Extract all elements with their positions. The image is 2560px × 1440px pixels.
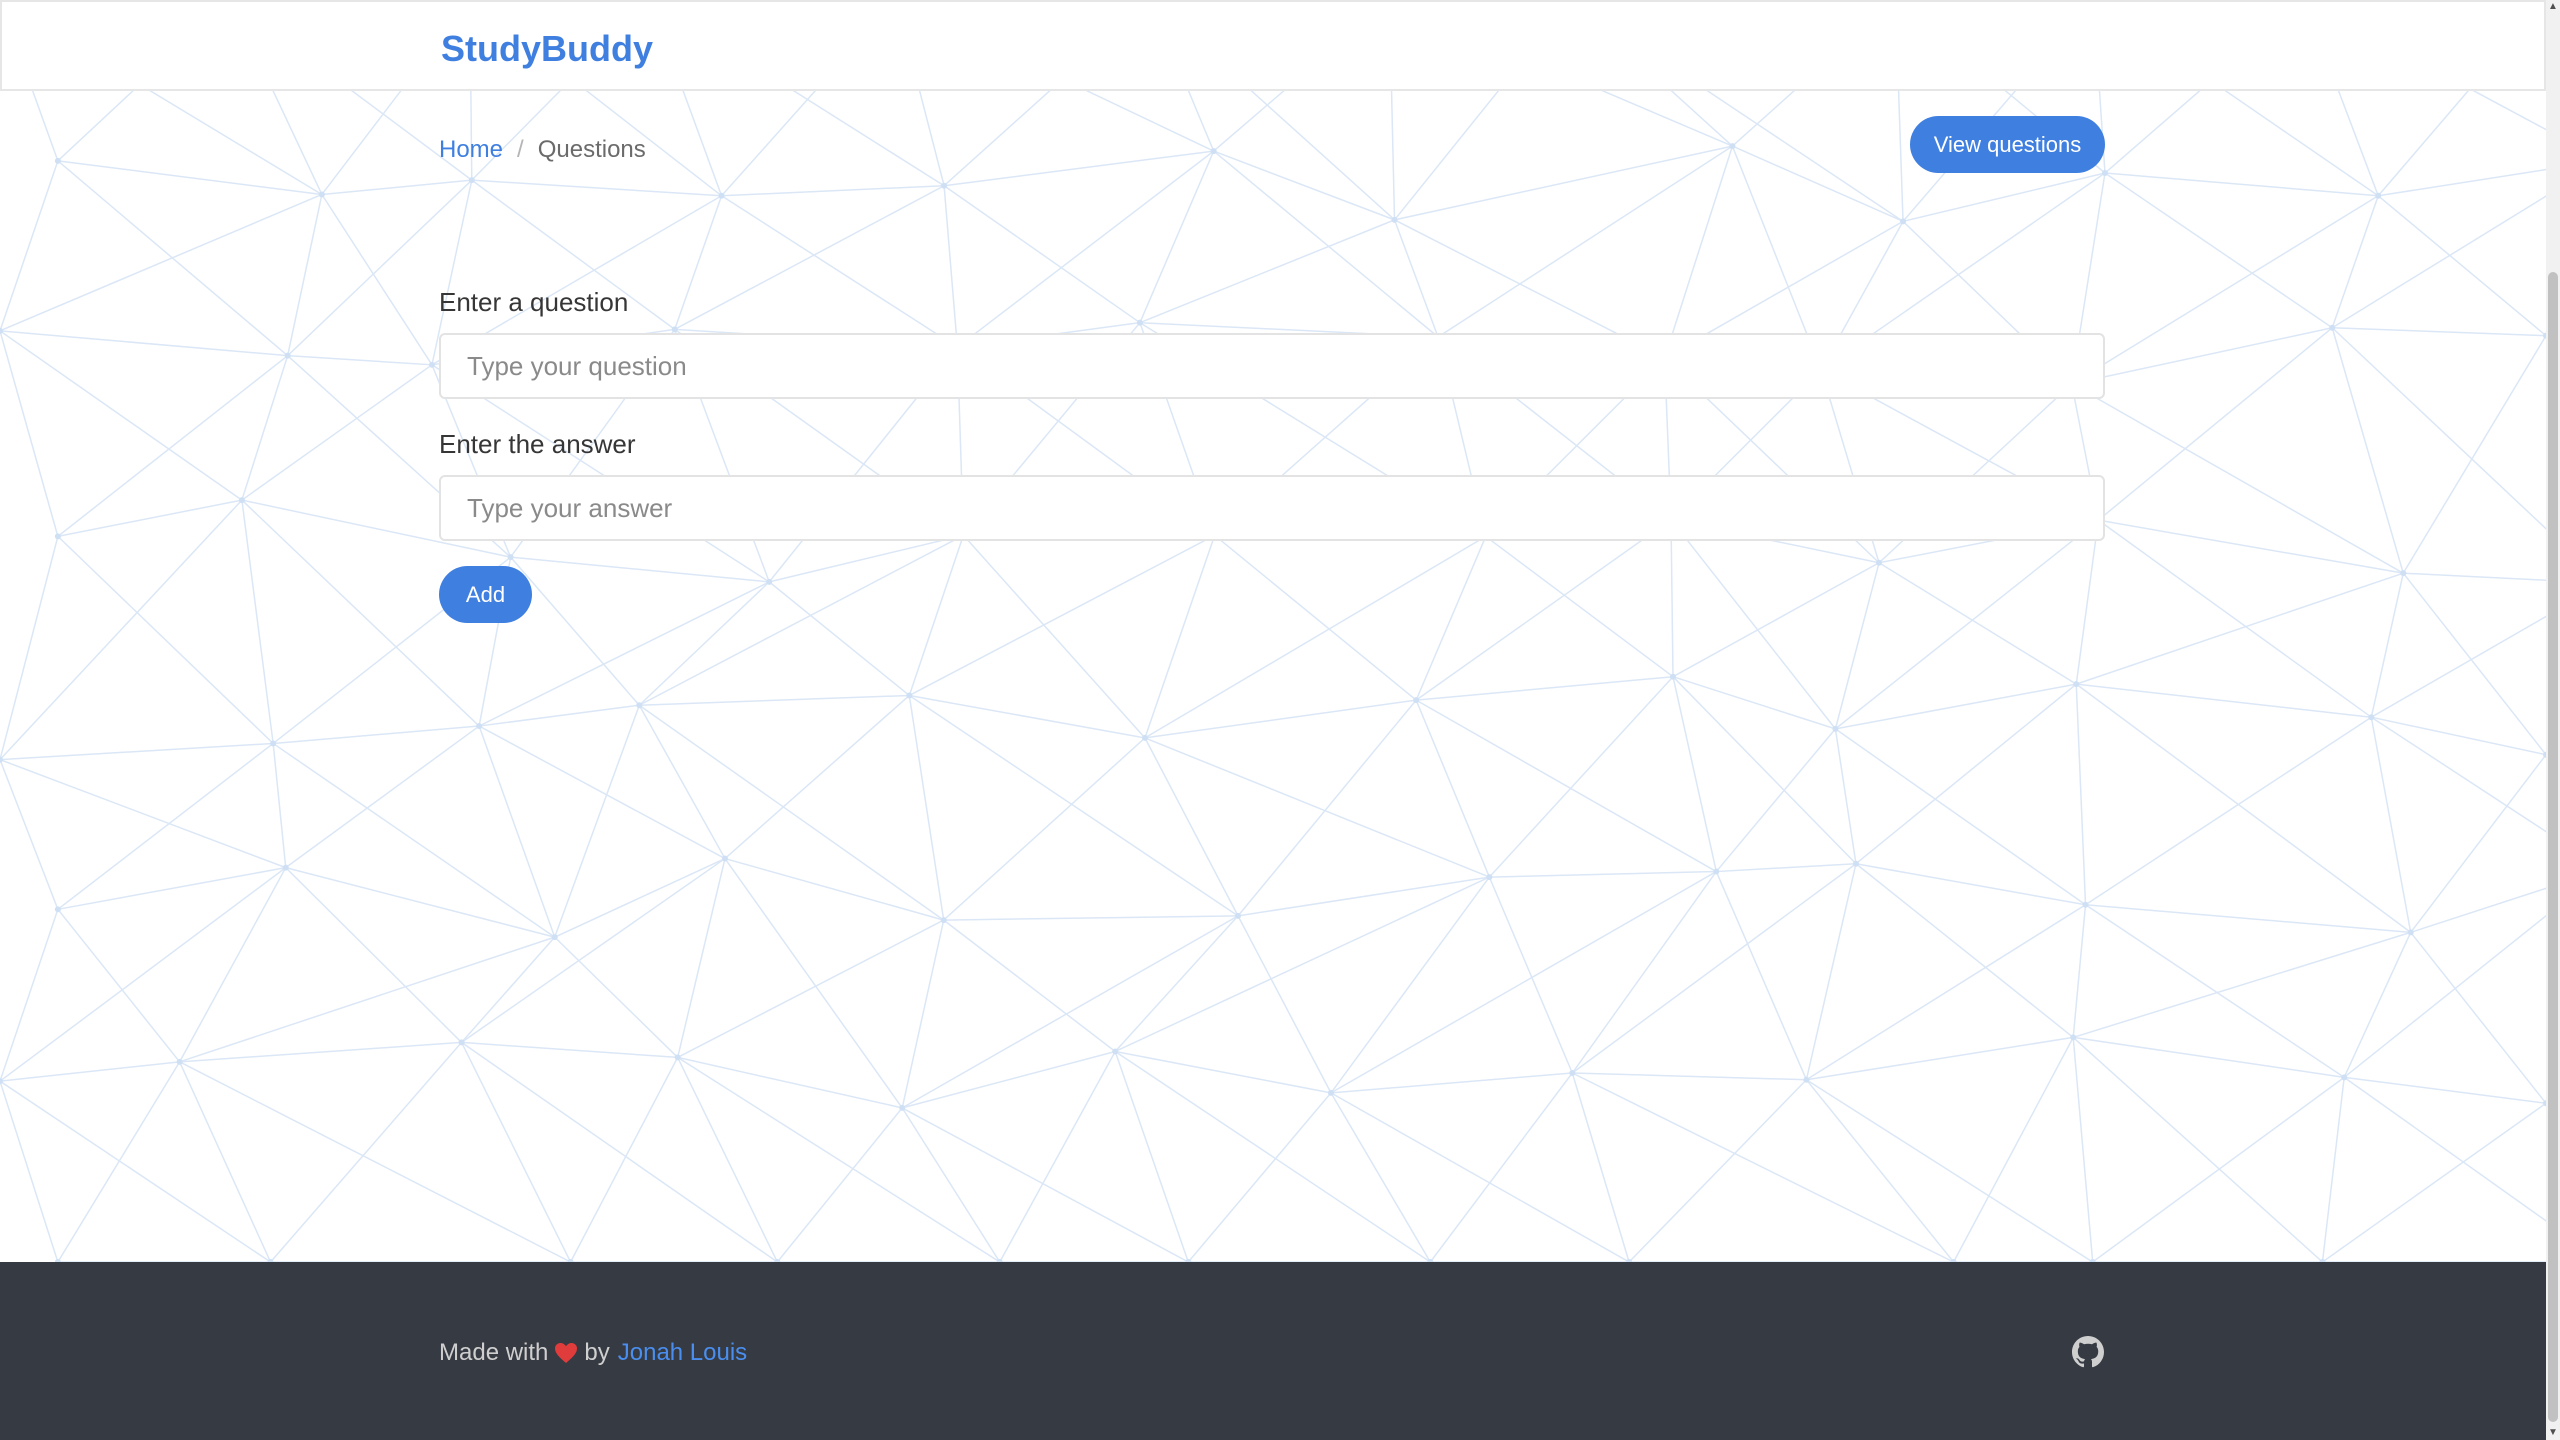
breadcrumb: Home / Questions: [439, 136, 646, 164]
heart-icon: [554, 1342, 578, 1364]
breadcrumb-separator: /: [517, 136, 524, 163]
answer-label: Enter the answer: [439, 429, 636, 459]
author-link[interactable]: Jonah Louis: [618, 1339, 747, 1367]
navbar: StudyBuddy: [0, 0, 2546, 91]
page-scrollbar[interactable]: ▲ ▼: [2546, 0, 2560, 1440]
add-button[interactable]: Add: [439, 566, 532, 623]
by-text: by: [584, 1339, 610, 1366]
scrollbar-thumb[interactable]: [2548, 272, 2558, 1422]
view-questions-button[interactable]: View questions: [1910, 116, 2105, 173]
question-input[interactable]: [439, 333, 2105, 399]
breadcrumb-home-link[interactable]: Home: [439, 136, 503, 164]
github-icon[interactable]: [2072, 1336, 2104, 1368]
scroll-down-arrow-icon[interactable]: ▼: [2546, 1426, 2560, 1440]
scroll-up-arrow-icon[interactable]: ▲: [2546, 0, 2560, 14]
answer-input[interactable]: [439, 475, 2105, 541]
brand-logo[interactable]: StudyBuddy: [441, 28, 653, 70]
footer: Made with by Jonah Louis: [0, 1262, 2546, 1440]
breadcrumb-current: Questions: [537, 136, 646, 163]
footer-credit: Made with by Jonah Louis: [439, 1339, 747, 1367]
made-with-text: Made with: [439, 1339, 549, 1366]
main-content: Home / Questions View questions Enter a …: [0, 91, 2546, 1262]
question-label: Enter a question: [439, 287, 629, 317]
